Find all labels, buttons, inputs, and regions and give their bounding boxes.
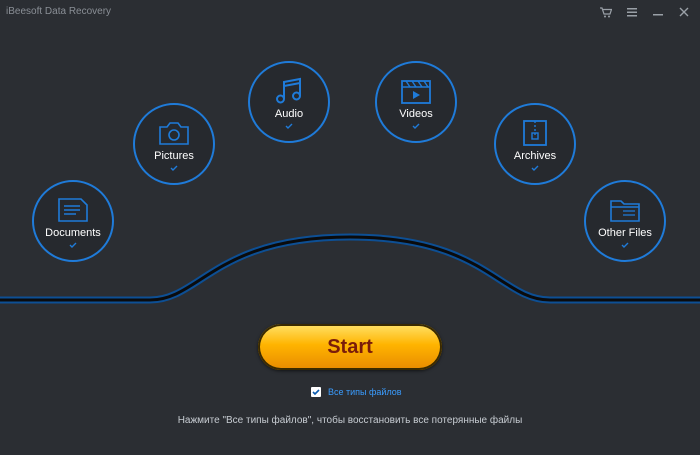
category-label: Audio <box>274 108 304 120</box>
category-label: Archives <box>513 150 557 162</box>
category-archives[interactable]: Archives <box>494 103 576 185</box>
check-icon <box>170 165 178 171</box>
all-file-types-option[interactable]: Все типы файлов <box>311 387 402 397</box>
category-pictures[interactable]: Pictures <box>133 103 215 185</box>
category-label: Videos <box>399 108 433 120</box>
check-icon <box>621 242 629 248</box>
archive-icon <box>521 119 549 147</box>
category-videos[interactable]: Videos <box>375 61 457 143</box>
all-file-types-label[interactable]: Все типы файлов <box>328 387 402 397</box>
video-icon <box>400 77 432 105</box>
title-bar: iBeesoft Data Recovery <box>0 0 700 24</box>
camera-icon <box>158 119 190 147</box>
category-other-files[interactable]: Other Files <box>584 180 666 262</box>
category-audio[interactable]: Audio <box>248 61 330 143</box>
category-documents[interactable]: Documents <box>32 180 114 262</box>
folder-icon <box>609 196 641 224</box>
hint-text: Нажмите "Все типы файлов", чтобы восстан… <box>177 415 523 426</box>
menu-icon[interactable] <box>624 4 640 20</box>
music-note-icon <box>274 77 304 105</box>
category-label: Pictures <box>154 150 194 162</box>
all-file-types-checkbox[interactable] <box>311 387 321 397</box>
document-icon <box>57 196 89 224</box>
category-label: Documents <box>45 227 101 239</box>
minimize-icon[interactable] <box>650 4 666 20</box>
cart-icon[interactable] <box>598 4 614 20</box>
check-icon <box>285 123 293 129</box>
category-label: Other Files <box>598 227 652 239</box>
window-controls <box>598 4 692 20</box>
check-icon <box>412 123 420 129</box>
close-icon[interactable] <box>676 4 692 20</box>
start-button[interactable]: Start <box>258 324 442 370</box>
check-icon <box>531 165 539 171</box>
app-title: iBeesoft Data Recovery <box>6 6 112 17</box>
check-icon <box>69 242 77 248</box>
